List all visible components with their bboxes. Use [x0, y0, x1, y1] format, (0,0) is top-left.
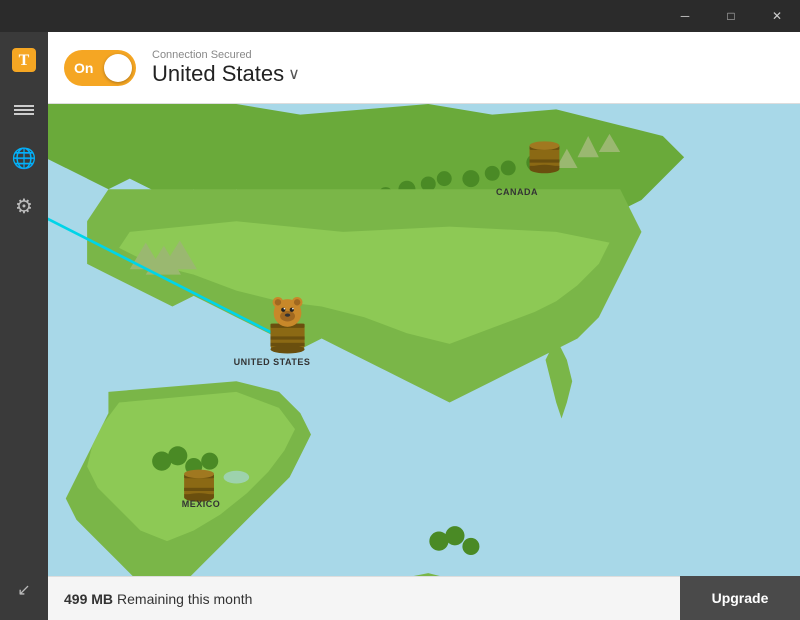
settings-icon: ⚙ — [15, 194, 33, 219]
connection-status: Connection Secured — [152, 49, 300, 61]
collapse-button[interactable]: ↙ — [0, 568, 48, 612]
menu-button[interactable] — [0, 88, 48, 132]
collapse-icon: ↙ — [17, 580, 30, 600]
map-container: CANADA UNITED STATES MEXICO — [48, 104, 800, 620]
vpn-toggle-wrapper: On — [64, 50, 136, 86]
close-button[interactable]: ✕ — [754, 0, 800, 32]
connection-info: Connection Secured United States ∨ — [152, 49, 300, 87]
globe-button[interactable]: 🌐 — [0, 136, 48, 180]
maximize-button[interactable]: □ — [708, 0, 754, 32]
sidebar: T 🌐 ⚙ ↙ — [0, 32, 48, 620]
chevron-down-icon: ∨ — [288, 64, 300, 84]
window-controls: ─ □ ✕ — [662, 0, 800, 32]
titlebar: ─ □ ✕ — [0, 0, 800, 32]
map-svg — [48, 104, 800, 620]
upgrade-button[interactable]: Upgrade — [680, 576, 800, 620]
bottom-bar: 499 MB Remaining this month Upgrade — [48, 576, 800, 620]
vpn-toggle[interactable]: On — [64, 50, 136, 86]
logo-icon: T — [10, 46, 38, 74]
toggle-knob — [104, 54, 132, 82]
remaining-text: Remaining this month — [117, 591, 252, 607]
remaining-info: 499 MB Remaining this month — [48, 576, 680, 620]
minimize-button[interactable]: ─ — [662, 0, 708, 32]
country-selector[interactable]: United States ∨ — [152, 61, 300, 87]
globe-icon: 🌐 — [12, 146, 37, 171]
header: On Connection Secured United States ∨ — [48, 32, 800, 104]
app-logo[interactable]: T — [0, 32, 48, 88]
toggle-label: On — [74, 60, 93, 76]
remaining-mb: 499 MB — [64, 591, 113, 607]
svg-text:T: T — [19, 52, 30, 69]
country-name: United States — [152, 61, 284, 87]
hamburger-icon — [14, 103, 34, 117]
settings-button[interactable]: ⚙ — [0, 184, 48, 228]
